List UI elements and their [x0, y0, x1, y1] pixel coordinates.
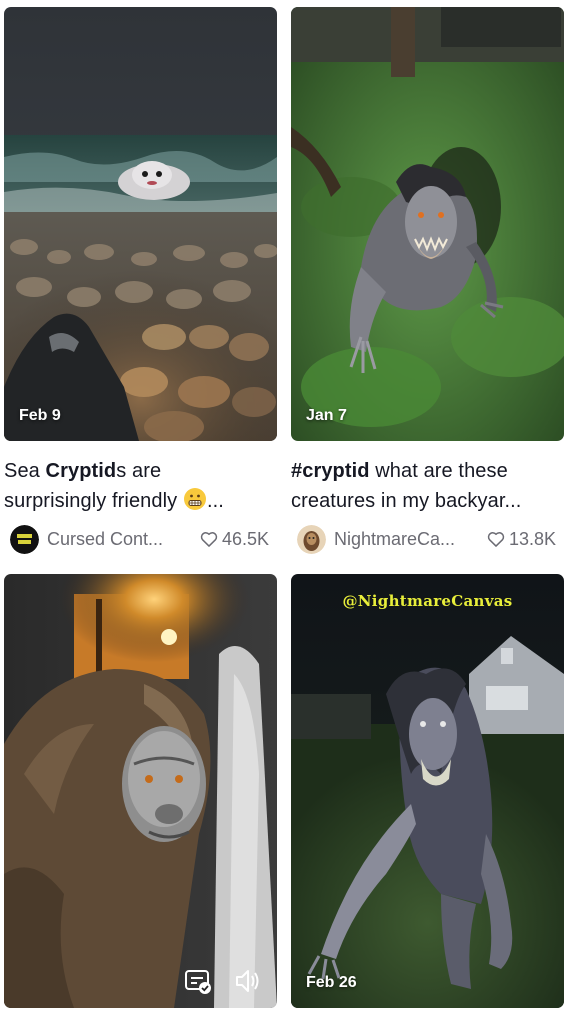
caption-text: what are these — [369, 460, 508, 482]
video-card-4[interactable]: @NightmareCanvas Feb 26 — [291, 574, 564, 1008]
caption-text: s are — [116, 460, 162, 482]
speaker-icon — [236, 970, 259, 992]
video-card-2[interactable]: Jan 7 #cryptid what are these creatures … — [291, 7, 564, 554]
hairy-creature-scene — [4, 574, 277, 1008]
post-date: Jan 7 — [306, 407, 347, 424]
sea-cryptid-scene — [4, 7, 277, 441]
backyard-creature-scene — [291, 7, 564, 441]
captions-icon — [185, 970, 211, 994]
like-count-value: 13.8K — [508, 528, 556, 549]
like-count-value: 46.5K — [221, 528, 269, 549]
creature-avatar-icon — [297, 524, 326, 554]
watermark-handle: @NightmareCanvas — [342, 592, 513, 610]
night-creature-scene — [291, 574, 564, 1008]
post-date: Feb 9 — [19, 407, 61, 424]
caption-hashtag[interactable]: #cryptid — [291, 460, 370, 482]
video-thumbnail[interactable]: Feb 9 — [4, 7, 277, 441]
author-name[interactable]: NightmareCa... — [334, 529, 462, 550]
heart-icon — [200, 532, 218, 547]
avatar[interactable] — [297, 524, 326, 554]
post-date: Feb 26 — [306, 974, 357, 991]
like-count: 46.5K — [199, 529, 269, 550]
author-name[interactable]: Cursed Cont... — [47, 529, 175, 550]
caption-text: creatures in my backyar... — [291, 490, 522, 512]
video-card-3[interactable] — [4, 574, 277, 1008]
caption-text: surprisingly friendly — [4, 490, 178, 512]
video-meta: Cursed Cont... 46.5K — [4, 524, 277, 554]
mute-toggle-button[interactable] — [233, 966, 263, 996]
avatar[interactable] — [10, 524, 39, 554]
caption-keyword: Cryptid — [45, 460, 117, 482]
video-thumbnail[interactable] — [4, 574, 277, 1008]
like-count: 13.8K — [486, 529, 556, 550]
cursed-content-logo-icon — [10, 524, 39, 554]
heart-icon — [487, 532, 505, 547]
video-thumbnail[interactable]: @NightmareCanvas Feb 26 — [291, 574, 564, 1008]
caption-ellipsis: ... — [206, 490, 224, 512]
video-meta: NightmareCa... 13.8K — [291, 524, 564, 554]
video-caption[interactable]: Sea Cryptids are surprisingly friendly .… — [4, 456, 277, 516]
captions-button[interactable] — [183, 966, 213, 996]
caption-text: Sea — [4, 460, 46, 482]
video-caption[interactable]: #cryptid what are these creatures in my … — [291, 456, 564, 516]
grimacing-face-icon — [183, 488, 206, 510]
video-card-1[interactable]: Feb 9 Sea Cryptids are surprisingly frie… — [4, 7, 277, 554]
video-thumbnail[interactable]: Jan 7 — [291, 7, 564, 441]
